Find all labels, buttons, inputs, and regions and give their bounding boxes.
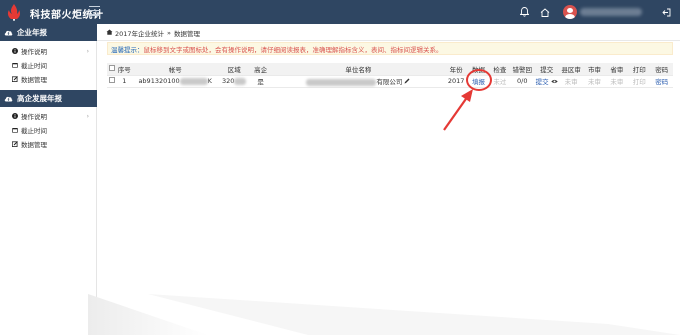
info-icon — [12, 48, 18, 54]
password-link[interactable]: 密码 — [650, 75, 673, 88]
column-header: 市审 — [583, 63, 606, 76]
notice-text: 鼠标移到文字或图标处，会有操作说明，请仔细阅读报表，准确理解指标含义，表间、指标… — [143, 45, 443, 54]
breadcrumb: 2017年企业统计 » 数据管理 — [106, 28, 200, 38]
home-icon[interactable] — [538, 5, 552, 19]
account-cell: ab91320100 K — [131, 75, 219, 88]
breadcrumb-separator: » — [167, 29, 172, 37]
row-index: 1 — [117, 75, 132, 88]
column-header: 提交 — [534, 63, 559, 76]
column-header: 错警回 — [510, 63, 535, 76]
logout-icon[interactable] — [659, 5, 673, 19]
calendar-icon — [12, 127, 18, 133]
select-all-checkbox[interactable] — [107, 63, 118, 76]
chevron-right-icon: › — [86, 48, 89, 55]
county-review-status: 未审 — [558, 75, 584, 88]
notice-banner: 温馨提示： 鼠标移到文字或图标处，会有操作说明，请仔细阅读报表，准确理解指标含义… — [107, 42, 673, 55]
column-header: 年份 — [444, 63, 468, 76]
breadcrumb-current: 数据管理 — [174, 30, 201, 38]
username-redacted[interactable] — [580, 8, 642, 16]
decorative-background-shape — [88, 294, 680, 335]
home-icon[interactable] — [106, 29, 113, 37]
sidebar-section-enterprise-annual[interactable]: 企业年报 — [0, 24, 97, 41]
print-link[interactable]: 打印 — [628, 75, 651, 88]
edit-icon — [12, 141, 18, 147]
sidebar-item-deadline[interactable]: 截止时间 — [0, 124, 97, 136]
sidebar-item-data-management[interactable]: 数据管理 — [0, 138, 97, 150]
breadcrumb-home[interactable]: 2017年企业统计 — [115, 28, 164, 38]
unit-name-cell: 有限公司 — [271, 75, 445, 88]
column-header: 打印 — [628, 63, 651, 76]
table-header-row: 序号 帐号 区域 高企 单位名称 年份 数据 检查 错警回 提交 县区审 市审 … — [107, 63, 673, 76]
eye-icon[interactable] — [551, 78, 558, 86]
sidebar-section-hightech-annual[interactable]: 高企发展年报 — [0, 90, 97, 107]
chevron-right-icon: › — [86, 113, 89, 120]
city-review-status: 未审 — [583, 75, 606, 88]
notice-label: 温馨提示： — [111, 45, 144, 54]
submit-cell: 提交 — [534, 75, 559, 88]
column-header: 区域 — [218, 63, 250, 76]
column-header: 检查 — [489, 63, 511, 76]
province-review-status: 未审 — [605, 75, 629, 88]
column-header: 密码 — [650, 63, 673, 76]
edit-icon — [12, 76, 18, 82]
sidebar-item-deadline[interactable]: 截止时间 — [0, 59, 97, 71]
arrow-annotation-icon — [443, 89, 473, 131]
user-avatar[interactable] — [563, 5, 577, 19]
divider — [97, 40, 680, 41]
cloud-upload-icon — [4, 28, 13, 37]
bell-icon[interactable] — [517, 5, 531, 19]
sidebar-item-instructions[interactable]: 操作说明 › — [0, 110, 97, 122]
menu-toggle-icon[interactable] — [89, 6, 100, 17]
calendar-icon — [12, 62, 18, 68]
column-header: 省审 — [605, 63, 629, 76]
data-table: 序号 帐号 区域 高企 单位名称 年份 数据 检查 错警回 提交 县区审 市审 … — [107, 63, 673, 88]
submit-link[interactable]: 提交 — [536, 78, 549, 86]
column-header: 县区审 — [558, 63, 584, 76]
region-cell: 320 — [218, 75, 250, 88]
sidebar-item-data-management[interactable]: 数据管理 — [0, 73, 97, 85]
high-tech-cell: 是 — [249, 75, 272, 88]
pencil-icon[interactable] — [404, 78, 410, 86]
column-header: 单位名称 — [271, 63, 445, 76]
torch-logo-icon — [7, 4, 21, 21]
column-header: 帐号 — [131, 63, 219, 76]
sidebar-item-instructions[interactable]: 操作说明 › — [0, 45, 97, 57]
error-return-cell: 0/0 — [510, 75, 535, 88]
cloud-upload-icon — [4, 94, 13, 103]
column-header: 序号 — [117, 63, 132, 76]
sidebar: 企业年报 操作说明 › 截止时间 数据管理 高企发展年报 操作说明 › 截止时间… — [0, 24, 97, 335]
check-status: 未过 — [489, 75, 511, 88]
column-header: 高企 — [249, 63, 272, 76]
table-row: 1 ab91320100 K 320 是 有限公司 2017 填报 未过 0/0 … — [107, 75, 673, 88]
top-navbar: 科技部火炬统计 — [0, 0, 680, 24]
row-checkbox[interactable] — [107, 75, 118, 88]
info-icon — [12, 113, 18, 119]
